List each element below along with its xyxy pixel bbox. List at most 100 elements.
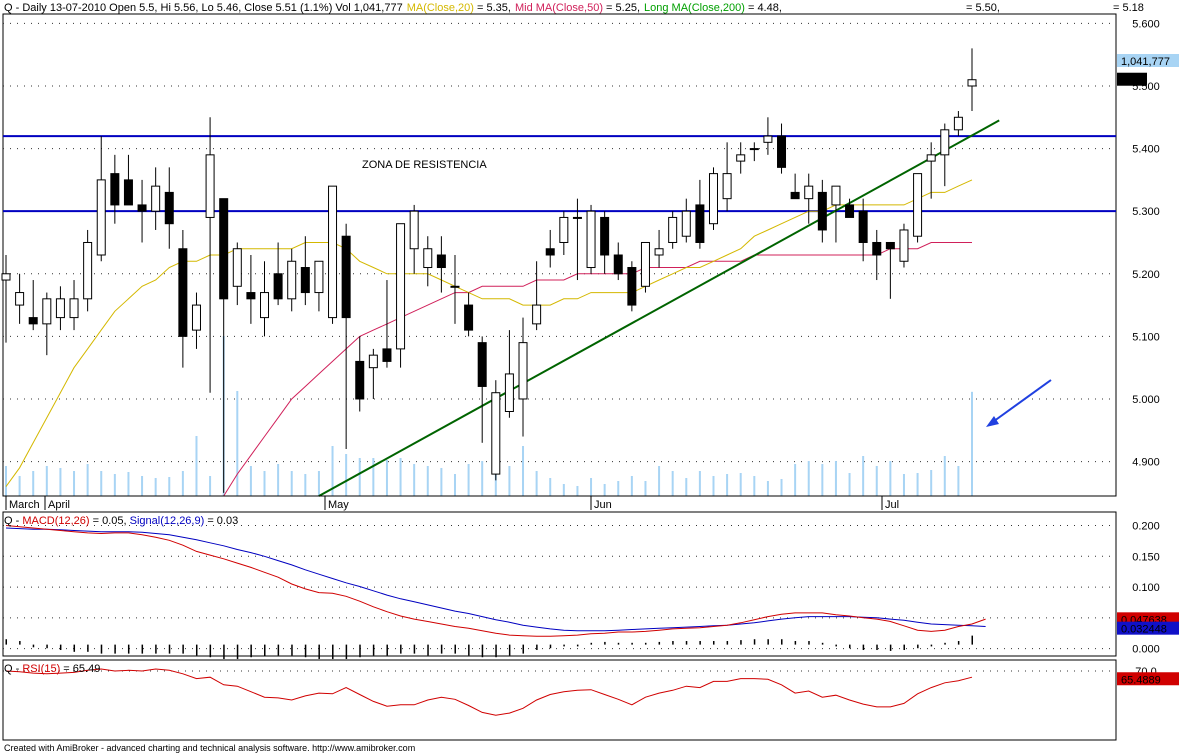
- volume-bar: [549, 478, 552, 496]
- volume-bar: [440, 468, 443, 496]
- macd-histogram-bar: [264, 644, 266, 657]
- price-header: Q - Daily 13-07-2010 Open 5.5, Hi 5.56, …: [4, 2, 782, 14]
- ma200-label: Long MA(Close,200): [644, 2, 745, 14]
- candle-body: [123, 179, 133, 206]
- candle-body: [28, 317, 38, 325]
- volume-bar: [73, 471, 76, 496]
- volume-bar: [358, 458, 361, 496]
- volume-bar: [18, 476, 21, 496]
- volume-bar: [576, 486, 579, 496]
- volume-bar: [630, 476, 633, 496]
- volume-bar: [5, 466, 7, 496]
- macd-histogram-bar: [604, 641, 606, 645]
- ma50-label: Mid MA(Close,50): [515, 2, 603, 14]
- volume-bar: [372, 458, 375, 496]
- candle-body: [708, 173, 718, 225]
- last-volume-label: 1,041,777: [1121, 56, 1170, 68]
- macd-histogram-bar: [781, 639, 783, 645]
- macd-histogram-bar: [100, 644, 103, 654]
- candle-body: [613, 254, 623, 275]
- candle-body: [368, 354, 378, 369]
- macd-histogram-bar: [223, 644, 225, 660]
- volume-bar: [617, 481, 620, 496]
- volume-bar: [522, 446, 525, 496]
- candle-body: [926, 154, 936, 162]
- volume-bar: [304, 474, 307, 496]
- volume-bar: [141, 476, 144, 496]
- volume-bar: [971, 391, 973, 496]
- volume-bar: [862, 456, 865, 496]
- macd-histogram-bar: [236, 644, 239, 660]
- candle-body: [477, 342, 487, 387]
- candle-body: [532, 304, 542, 325]
- candle-body: [436, 254, 446, 269]
- macd-histogram-bar: [617, 642, 620, 645]
- candle-body: [55, 298, 65, 319]
- macd-histogram-bar: [971, 635, 973, 645]
- candle: [491, 380, 501, 481]
- price-tick-label: 5.600: [1132, 18, 1160, 30]
- macd-histogram-bar: [372, 644, 375, 656]
- volume-bar: [739, 473, 742, 496]
- candle-body: [899, 229, 909, 262]
- volume-bar: [875, 466, 878, 496]
- volume-bar: [794, 464, 797, 496]
- candle-body: [300, 267, 310, 294]
- macd-header: Q - MACD(12,26) = 0.05, Signal(12,26,9) …: [4, 515, 238, 527]
- candle-body: [137, 204, 147, 212]
- candle: [627, 261, 637, 312]
- candle-body: [191, 304, 201, 331]
- macd-histogram-bar: [862, 644, 865, 651]
- macd-histogram-bar: [73, 644, 76, 652]
- volume-bar: [726, 474, 729, 496]
- candle: [899, 223, 909, 268]
- candle-body: [42, 298, 52, 325]
- macd-histogram-bar: [590, 642, 593, 645]
- volume-bar: [902, 474, 905, 496]
- stock-chart: 5.6005.5005.4005.3005.2005.1005.0004.900…: [0, 0, 1179, 755]
- candle-body: [695, 204, 705, 243]
- volume-bar: [508, 466, 511, 496]
- macd-histogram-bar: [808, 641, 810, 645]
- volume-bar: [930, 470, 933, 496]
- macd-histogram-bar: [32, 644, 35, 648]
- candle-body: [681, 210, 691, 237]
- volume-bar: [834, 461, 837, 496]
- candle-body: [273, 273, 283, 300]
- macd-histogram-bar: [291, 644, 293, 656]
- volume-bar: [590, 478, 593, 496]
- header-extra-2: = 5.18: [1113, 2, 1144, 14]
- candle: [586, 204, 596, 274]
- volume-bar: [45, 466, 48, 496]
- rsi-value-label: 65.4889: [1121, 674, 1161, 686]
- rsi-header-prefix: Q -: [4, 663, 22, 675]
- candle-body: [654, 248, 664, 256]
- candle-body: [545, 248, 555, 256]
- candle-body: [382, 348, 392, 362]
- candle: [640, 241, 650, 293]
- macd-histogram-bar: [454, 644, 456, 654]
- price-tick-label: 5.300: [1132, 206, 1160, 218]
- macd-histogram-bar: [753, 639, 756, 645]
- candle-body: [164, 191, 174, 225]
- volume-bar: [916, 473, 919, 496]
- volume-bar: [453, 474, 456, 496]
- volume-bar: [413, 464, 416, 496]
- macd-histogram-bar: [685, 641, 688, 645]
- date-label: Jun: [594, 499, 612, 511]
- volume-bar: [59, 468, 62, 496]
- macd-header-prefix: Q -: [4, 515, 22, 527]
- candle-body: [953, 116, 963, 131]
- macd-histogram-bar: [835, 644, 837, 647]
- candle-body: [885, 241, 895, 250]
- macd-histogram-bar: [767, 639, 769, 645]
- macd-histogram-bar: [59, 644, 62, 651]
- candle-body: [749, 148, 759, 151]
- volume-bar: [658, 466, 661, 496]
- price-header-main: Q - Daily 13-07-2010 Open 5.5, Hi 5.56, …: [4, 2, 403, 14]
- candle-body: [450, 285, 460, 288]
- macd-histogram-bar: [46, 644, 48, 649]
- candle-body: [777, 135, 787, 168]
- macd-histogram-bar: [345, 644, 348, 660]
- macd-histogram-bar: [957, 641, 960, 645]
